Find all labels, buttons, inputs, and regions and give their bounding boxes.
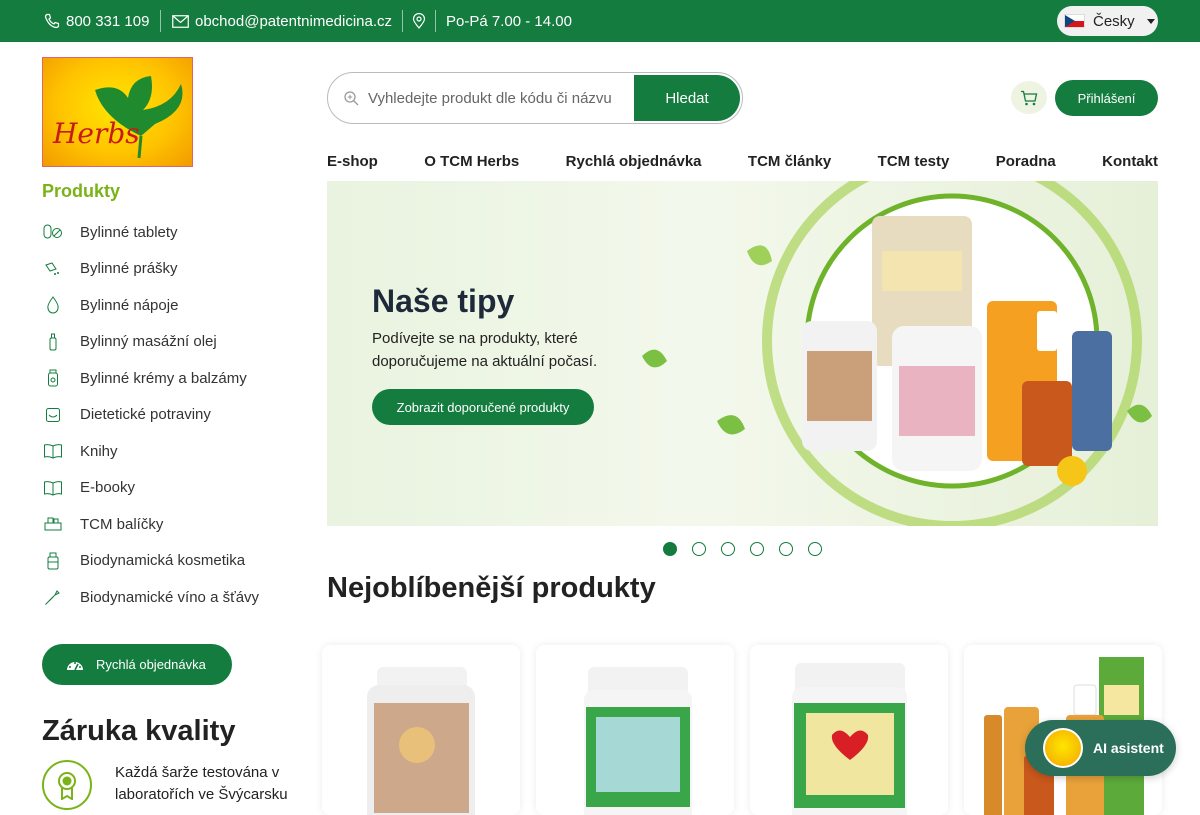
cart-button[interactable]	[1011, 81, 1047, 114]
sidebar-item-label: Knihy	[80, 442, 118, 460]
carousel-indicators	[663, 542, 822, 556]
logo-text: Herbs	[52, 117, 140, 150]
sidebar-item-powders[interactable]: Bylinné prášky	[42, 251, 302, 288]
email-address: obchod@patentnimedicina.cz	[195, 12, 393, 30]
mail-icon	[172, 14, 189, 28]
opening-hours-text: Po-Pá 7.00 - 14.00	[446, 12, 572, 30]
phone-link[interactable]: 800 331 109	[44, 0, 149, 42]
sidebar-item-label: E-booky	[80, 479, 136, 497]
product-card[interactable]	[322, 645, 520, 815]
phone-number: 800 331 109	[66, 12, 150, 30]
divider	[435, 10, 436, 32]
carousel-dot[interactable]	[808, 542, 822, 556]
top-bar: 800 331 109 obchod@patentnimedicina.cz P…	[0, 0, 1200, 42]
opening-hours: Po-Pá 7.00 - 14.00	[446, 0, 572, 42]
ai-assistant-label: AI asistent	[1093, 740, 1164, 756]
sidebar-item-tablets[interactable]: Bylinné tablety	[42, 214, 302, 251]
wine-icon	[42, 586, 64, 608]
carousel-dot[interactable]	[692, 542, 706, 556]
search-icon	[344, 91, 359, 106]
search-bar: Hledat	[327, 72, 743, 124]
cream-jar-icon	[42, 367, 64, 389]
ginkgo-leaf-logo: Herbs	[52, 76, 183, 159]
sidebar-title: Produkty	[42, 181, 121, 201]
product-image	[367, 667, 475, 815]
sidebar-category-list: Bylinné tablety Bylinné prášky Bylinné n…	[42, 214, 302, 616]
sidebar-item-label: Bylinný masážní olej	[80, 333, 217, 351]
language-label: Česky	[1093, 12, 1135, 30]
powder-icon	[42, 258, 64, 280]
nav-advice[interactable]: Poradna	[996, 153, 1056, 170]
language-select[interactable]: Česky	[1057, 6, 1158, 36]
quality-title: Záruka kvality	[42, 715, 236, 747]
sidebar-item-massage-oil[interactable]: Bylinný masážní olej	[42, 324, 302, 361]
sidebar-item-ebooks[interactable]: E-booky	[42, 470, 302, 507]
carousel-dot[interactable]	[779, 542, 793, 556]
divider	[160, 10, 161, 32]
map-pin-icon	[412, 13, 426, 29]
ai-assistant-button[interactable]: AI asistent	[1025, 720, 1176, 776]
package-icon	[42, 513, 64, 535]
sidebar-item-label: Bylinné nápoje	[80, 296, 179, 314]
sidebar-item-dietary[interactable]: Dietetické potraviny	[42, 397, 302, 434]
nav-contact[interactable]: Kontakt	[1102, 153, 1158, 170]
location-link[interactable]	[412, 0, 426, 42]
email-link[interactable]: obchod@patentnimedicina.cz	[172, 0, 392, 42]
quick-order-label: Rychlá objednávka	[96, 657, 206, 672]
popular-products-title: Nejoblíbenější produkty	[327, 572, 656, 604]
nav-articles[interactable]: TCM články	[748, 153, 831, 170]
pills-icon	[42, 221, 64, 243]
hero-description: Podívejte se na produkty, které doporuču…	[372, 330, 598, 370]
oil-bottle-icon	[42, 331, 64, 353]
hero-banner: Naše tipy Podívejte se na produkty, kter…	[327, 181, 1158, 526]
ebook-icon	[42, 477, 64, 499]
quality-description: Každá šarže testována v laboratořích ve …	[115, 764, 288, 803]
chevron-down-icon	[1146, 18, 1155, 24]
sidebar-item-label: Biodynamická kosmetika	[80, 552, 246, 570]
quick-order-button[interactable]: Rychlá objednávka	[42, 644, 232, 685]
speedometer-icon	[67, 661, 83, 670]
czech-flag-icon	[1064, 14, 1085, 28]
food-box-icon	[42, 404, 64, 426]
hero-title: Naše tipy	[372, 283, 515, 319]
main-nav: E-shop O TCM Herbs Rychlá objednávka TCM…	[327, 153, 1158, 170]
product-image	[792, 663, 907, 815]
sidebar-item-drinks[interactable]: Bylinné nápoje	[42, 287, 302, 324]
carousel-dot[interactable]	[663, 542, 677, 556]
show-recommended-button[interactable]: Zobrazit doporučené produkty	[372, 389, 594, 425]
nav-eshop[interactable]: E-shop	[327, 153, 378, 170]
sidebar-item-label: TCM balíčky	[80, 515, 164, 533]
sidebar-item-creams[interactable]: Bylinné krémy a balzámy	[42, 360, 302, 397]
search-input[interactable]	[368, 73, 634, 123]
nav-quick-order[interactable]: Rychlá objednávka	[566, 153, 702, 170]
carousel-dot[interactable]	[750, 542, 764, 556]
sidebar-item-label: Dietetické potraviny	[80, 406, 211, 424]
product-card[interactable]	[750, 645, 948, 815]
sidebar-item-packages[interactable]: TCM balíčky	[42, 506, 302, 543]
cosmetics-icon	[42, 550, 64, 572]
sidebar-item-label: Biodynamické víno a šťávy	[80, 588, 260, 606]
login-button[interactable]: Přihlášení	[1055, 80, 1158, 116]
nav-about[interactable]: O TCM Herbs	[424, 153, 519, 170]
sidebar-item-wine[interactable]: Biodynamické víno a šťávy	[42, 579, 302, 616]
drop-icon	[42, 294, 64, 316]
sidebar-item-label: Bylinné tablety	[80, 223, 178, 241]
sidebar-item-label: Bylinné prášky	[80, 260, 178, 278]
site-logo[interactable]: Herbs	[42, 57, 193, 167]
carousel-dot[interactable]	[721, 542, 735, 556]
sidebar-item-cosmetics[interactable]: Biodynamická kosmetika	[42, 543, 302, 580]
ai-assistant-avatar	[1043, 728, 1083, 768]
search-button[interactable]: Hledat	[634, 75, 740, 121]
product-image	[584, 667, 692, 815]
phone-icon	[44, 13, 60, 29]
cart-icon	[1021, 90, 1038, 105]
sidebar-item-label: Bylinné krémy a balzámy	[80, 369, 247, 387]
sidebar-item-books[interactable]: Knihy	[42, 433, 302, 470]
product-card[interactable]	[536, 645, 734, 815]
nav-tests[interactable]: TCM testy	[878, 153, 950, 170]
quality-badge-icon	[42, 760, 92, 810]
book-icon	[42, 440, 64, 462]
divider	[402, 10, 403, 32]
